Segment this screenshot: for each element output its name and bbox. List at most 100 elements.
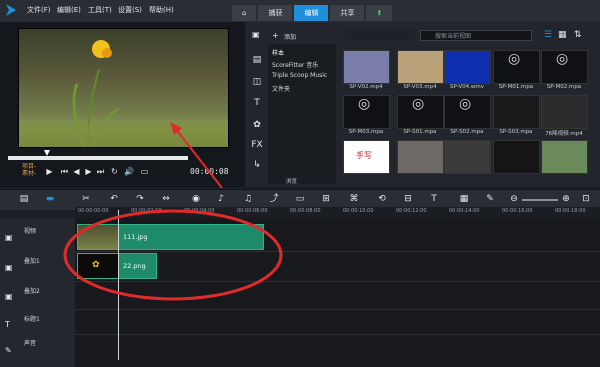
fit-project-icon[interactable]: ⊡: [580, 193, 592, 205]
add-folder-icon[interactable]: +: [272, 31, 279, 40]
menu-tools[interactable]: 工具(T): [88, 5, 112, 15]
path-icon[interactable]: ↳: [251, 160, 263, 172]
tab-share[interactable]: 共享: [330, 5, 365, 21]
undo-icon[interactable]: ↶: [108, 193, 120, 205]
skip-end-icon[interactable]: ⏭: [96, 167, 105, 176]
volume-icon[interactable]: 🔊: [124, 167, 134, 176]
title-icon[interactable]: T: [251, 98, 263, 110]
preview-mode-labels[interactable]: 项目- 素材-: [22, 163, 36, 177]
project-mode-label[interactable]: 项目-: [22, 163, 36, 170]
grid-view-icon[interactable]: ▦: [558, 30, 567, 40]
graphics-icon[interactable]: ✿: [251, 120, 263, 132]
home-tab-icon[interactable]: ⌂: [232, 5, 257, 21]
overlay-track-icon: ▣: [5, 263, 13, 272]
motion-icon[interactable]: ⤴: [268, 193, 280, 205]
track-label: 叠加2: [24, 288, 40, 295]
mask-icon[interactable]: ⌘: [348, 193, 360, 205]
timecode-display[interactable]: 00:00:08: [190, 167, 229, 176]
effect-icon[interactable]: ✎: [484, 193, 496, 205]
folder-item[interactable]: ScoreFitter 音乐: [272, 60, 318, 69]
media-thumb[interactable]: ◎: [493, 50, 540, 84]
ruler-tick: 00:00:12:00: [396, 208, 427, 214]
media-thumb[interactable]: [541, 140, 588, 174]
ruler-tick: 00:00:18:00: [555, 208, 586, 214]
fx-icon[interactable]: FX: [251, 140, 263, 152]
stop-motion-icon[interactable]: ⟲: [376, 193, 388, 205]
overlay-track-icon: ▣: [5, 292, 13, 301]
media-thumb[interactable]: [444, 50, 491, 84]
thumb-label: SP-M03.mpa: [348, 129, 384, 135]
timeline-playhead[interactable]: [118, 210, 119, 360]
media-filter-bar[interactable]: [345, 30, 415, 41]
step-back-icon[interactable]: ◀: [72, 167, 81, 176]
thumb-inline-text: 手写: [356, 151, 372, 160]
menu-help[interactable]: 帮助(H): [149, 5, 174, 15]
tab-capture[interactable]: 捕获: [258, 5, 293, 21]
ruler-tick: 00:00:10:00: [343, 208, 374, 214]
sort-icon[interactable]: ⇅: [574, 30, 582, 40]
instant-project-icon[interactable]: ◫: [251, 77, 263, 89]
tools-icon[interactable]: ✂: [80, 193, 92, 205]
tab-edit[interactable]: 编辑: [294, 5, 329, 21]
music-disc-icon: ◎: [459, 96, 472, 112]
menu-settings[interactable]: 设置(S): [118, 5, 142, 15]
media-thumb[interactable]: [444, 140, 491, 174]
import-media-icon[interactable]: ▣: [252, 30, 260, 39]
audio-mixer-icon[interactable]: ♪: [215, 193, 227, 205]
media-thumb[interactable]: ◎: [397, 95, 444, 129]
media-icon[interactable]: ▤: [251, 55, 263, 67]
play-icon[interactable]: ▶: [45, 167, 54, 176]
step-forward-icon[interactable]: ▶: [84, 167, 93, 176]
auto-music-icon[interactable]: ♫: [242, 193, 254, 205]
media-thumb[interactable]: [493, 140, 540, 174]
zoom-in-icon[interactable]: ⊕: [560, 193, 572, 205]
skip-start-icon[interactable]: ⏮: [60, 167, 69, 176]
media-thumb[interactable]: ◎: [541, 50, 588, 84]
ruler-tick: 00:00:02:00: [131, 208, 162, 214]
lane-divider: [75, 281, 600, 282]
media-thumb[interactable]: [397, 50, 444, 84]
timeline-view-icon[interactable]: ▬: [44, 193, 56, 205]
title-editor-icon[interactable]: T: [428, 193, 440, 205]
storyboard-view-icon[interactable]: ▤: [18, 193, 30, 205]
menu-file[interactable]: 文件(F): [27, 5, 51, 15]
media-thumb[interactable]: ◎: [444, 95, 491, 129]
media-thumb[interactable]: [343, 50, 390, 84]
zoom-slider[interactable]: [522, 199, 558, 201]
record-icon[interactable]: ◉: [190, 193, 202, 205]
fit-icon[interactable]: ⇔: [160, 193, 172, 205]
media-thumb[interactable]: [493, 95, 540, 129]
multicam-icon[interactable]: ⊞: [320, 193, 332, 205]
media-thumb[interactable]: 手写: [343, 140, 390, 174]
media-thumb[interactable]: ◎: [343, 95, 390, 129]
folder-item[interactable]: 样本: [272, 48, 284, 57]
thumb-label: SP-V04.wmv: [450, 84, 484, 90]
music-disc-icon: ◎: [556, 51, 569, 67]
menu-edit[interactable]: 编辑(E): [57, 5, 81, 15]
upload-arrow-icon[interactable]: ⬆: [366, 5, 393, 21]
add-label[interactable]: 添加: [284, 32, 296, 41]
resolution-icon[interactable]: ▭: [140, 167, 149, 176]
preview-scrubber[interactable]: [8, 156, 188, 160]
split-icon[interactable]: ⊟: [402, 193, 414, 205]
media-thumb[interactable]: [397, 140, 444, 174]
clip-mode-label[interactable]: 素材-: [22, 170, 36, 177]
track-label: 视频: [24, 228, 37, 235]
ruler-tick: 00:00:14:00: [449, 208, 480, 214]
zoom-out-icon[interactable]: ⊖: [508, 193, 520, 205]
media-thumb[interactable]: [541, 95, 588, 129]
lane-divider: [75, 334, 600, 335]
browse-label[interactable]: 浏览: [286, 177, 297, 185]
track-label: 叠加1: [24, 258, 40, 265]
subtitle-icon[interactable]: ▭: [294, 193, 306, 205]
folder-item[interactable]: 文件夹: [272, 84, 290, 93]
music-disc-icon: ◎: [412, 96, 425, 112]
library-search-input[interactable]: 搜索当前视图: [420, 30, 532, 41]
folder-item[interactable]: Triple Scoop Music: [272, 72, 327, 79]
repeat-icon[interactable]: ↻: [110, 167, 119, 176]
ruler-tick: 00:00:00:00: [78, 208, 109, 214]
redo-icon[interactable]: ↷: [134, 193, 146, 205]
list-view-icon[interactable]: ☰: [544, 30, 552, 40]
video-track-icon: ▣: [5, 233, 13, 242]
pan-zoom-icon[interactable]: ▦: [458, 193, 470, 205]
